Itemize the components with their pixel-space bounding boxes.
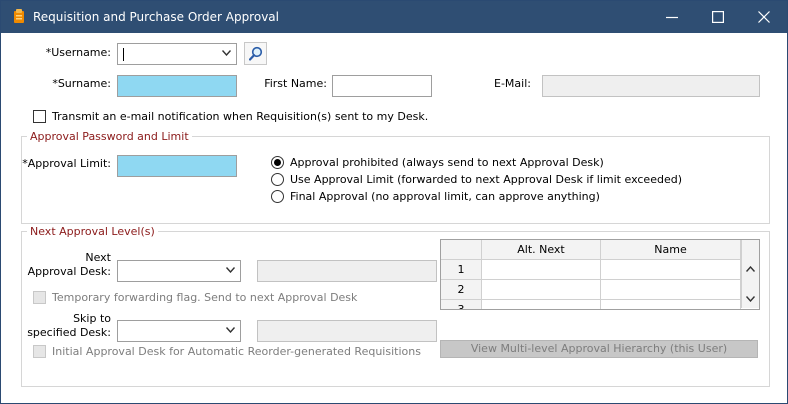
close-icon [758,11,770,23]
grid-cell-name[interactable] [601,300,741,309]
grid-cell-alt-next[interactable] [482,260,601,280]
minimize-icon [666,16,678,19]
skip-desk-combo[interactable] [117,320,241,342]
minimize-button[interactable] [649,1,695,33]
next-desk-combo[interactable] [117,260,241,282]
option-use-approval-limit-label: Use Approval Limit (forwarded to next Ap… [290,173,682,186]
grid-row-number: 3 [441,300,482,309]
chevron-down-icon [222,50,231,56]
email-label: E-Mail: [494,77,531,90]
next-desk-name-field [257,260,437,282]
email-input[interactable] [542,75,760,97]
maximize-button[interactable] [695,1,741,33]
maximize-icon [712,11,724,23]
grid-corner [441,240,482,260]
initial-desk-checkbox[interactable] [33,345,46,358]
surname-input[interactable] [117,75,237,97]
grid-header-name[interactable]: Name [601,240,741,260]
first-name-input[interactable] [332,75,432,97]
temp-forward-checkbox[interactable] [33,291,46,304]
notify-label: Transmit an e-mail notification when Req… [52,110,429,123]
approval-window: Requisition and Purchase Order Approval … [0,0,788,404]
window-title: Requisition and Purchase Order Approval [33,10,279,24]
grid-cell-alt-next[interactable] [482,300,601,309]
surname-label: *Surname: [52,77,111,90]
close-button[interactable] [741,1,787,33]
next-level-group-title: Next Approval Level(s) [27,225,158,238]
grid-row-number: 2 [441,280,482,300]
chevron-down-icon[interactable] [746,296,755,302]
grid-cell-name[interactable] [601,280,741,300]
first-name-label: First Name: [264,77,327,90]
radio-selected-dot [274,159,281,166]
radio-approval-prohibited[interactable] [271,156,284,169]
skip-desk-name-field [257,320,437,342]
grid-vertical-scrollbar[interactable] [741,240,759,308]
radio-use-approval-limit[interactable] [271,173,284,186]
notify-checkbox[interactable] [33,110,46,123]
username-label: *Username: [45,46,111,59]
chevron-down-icon [226,327,235,333]
skip-desk-label-line1: Skip to [73,312,111,325]
grid-header-alt-next[interactable]: Alt. Next [482,240,601,260]
next-desk-label-line1: Next [85,251,111,264]
next-desk-label-line2: Approval Desk: [27,265,111,278]
app-icon [14,9,24,23]
skip-desk-label-line2: specified Desk: [27,326,111,339]
grid-row-number: 1 [441,260,482,280]
username-search-button[interactable] [244,42,267,65]
approval-group-title: Approval Password and Limit [27,130,192,143]
radio-final-approval[interactable] [271,190,284,203]
option-final-approval-label: Final Approval (no approval limit, can a… [290,190,600,203]
view-hierarchy-button[interactable]: View Multi-level Approval Hierarchy (thi… [440,340,758,358]
grid-cell-name[interactable] [601,260,741,280]
temp-forward-label: Temporary forwarding flag. Send to next … [52,291,358,304]
approval-limit-label: *Approval Limit: [22,157,111,170]
option-approval-prohibited-label: Approval prohibited (always send to next… [290,156,604,169]
approval-levels-grid[interactable]: Alt. Next Name 1 2 3 [440,239,760,310]
text-caret [123,48,124,61]
username-combo[interactable] [117,43,237,65]
chevron-down-icon [226,267,235,273]
grid-cell-alt-next[interactable] [482,280,601,300]
search-icon [249,46,263,61]
title-bar[interactable]: Requisition and Purchase Order Approval [1,1,787,33]
initial-desk-label: Initial Approval Desk for Automatic Reor… [52,345,421,358]
chevron-up-icon[interactable] [746,266,755,272]
approval-limit-input[interactable] [117,155,237,177]
